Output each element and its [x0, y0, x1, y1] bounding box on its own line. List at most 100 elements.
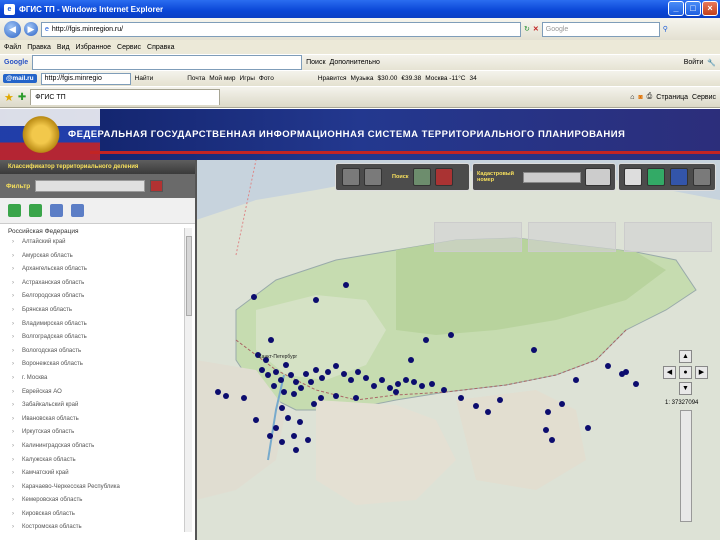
map-view[interactable]: Санкт-Петербург [196, 160, 720, 540]
cadastral-search-button[interactable] [585, 168, 611, 186]
add-favorite-icon[interactable]: ✚ [18, 92, 26, 103]
scale-readout: 1: 37327094 [665, 400, 699, 406]
menu-favorites[interactable]: Избранное [76, 44, 111, 51]
favorites-star-icon[interactable]: ★ [4, 91, 14, 104]
tree-item[interactable]: Архангельская область [8, 266, 195, 280]
tree-item[interactable]: Ивановская область [8, 416, 195, 430]
mailru-toolbar: @mail.ru http://fgis.minregio Найти Почт… [0, 70, 720, 86]
map-tool-2[interactable] [364, 168, 382, 186]
refresh-icon[interactable]: ↻ [524, 25, 530, 33]
tree-item[interactable]: Камчатский край [8, 470, 195, 484]
tree-scrollbar[interactable] [184, 228, 192, 532]
map-tool-clear[interactable] [434, 168, 453, 186]
google-search-button[interactable]: Поиск [306, 59, 325, 66]
maximize-button[interactable]: □ [685, 1, 701, 16]
music-link[interactable]: Музыка [351, 75, 374, 82]
mail-link[interactable]: Почта [187, 75, 205, 82]
map-view-tool-3[interactable] [670, 168, 688, 186]
pan-left-icon[interactable]: ◀ [663, 366, 676, 379]
tree-item[interactable]: Владимирская область [8, 321, 195, 335]
site-banner: ФЕДЕРАЛЬНАЯ ГОСУДАРСТВЕННАЯ ИНФОРМАЦИОНН… [0, 109, 720, 160]
coat-of-arms-icon [20, 113, 62, 156]
mailru-logo: @mail.ru [3, 74, 37, 83]
search-icon[interactable]: ⚲ [663, 25, 668, 33]
ie-icon: e [4, 3, 15, 15]
map-view-tool-4[interactable] [693, 168, 711, 186]
pan-center-icon[interactable]: ● [679, 366, 692, 379]
google-search-input[interactable] [32, 55, 303, 70]
search-box[interactable]: Google [541, 21, 660, 37]
service-menu[interactable]: Сервис [692, 94, 716, 101]
pan-up-icon[interactable]: ▲ [679, 350, 692, 363]
map-view-tool-1[interactable] [624, 168, 642, 186]
stop-icon[interactable]: ✕ [533, 25, 539, 33]
tree-item[interactable]: Карачаево-Черкесская Республика [8, 484, 195, 498]
tree-item[interactable]: Калининградская область [8, 443, 195, 457]
tree-item[interactable]: Вологодская область [8, 348, 195, 362]
photo-link[interactable]: Фото [259, 75, 274, 82]
mailru-search-input[interactable]: http://fgis.minregio [40, 72, 131, 85]
menu-tools[interactable]: Сервис [117, 44, 141, 51]
google-login-link[interactable]: Войти [684, 59, 704, 66]
tree-item[interactable]: Кемеровская область [8, 497, 195, 511]
filter-input[interactable] [35, 180, 146, 192]
tree-item[interactable]: Иркутская область [8, 429, 195, 443]
scroll-thumb[interactable] [186, 236, 192, 316]
menu-bar: Файл Правка Вид Избранное Сервис Справка [0, 40, 720, 54]
map-toolbar-view [618, 163, 716, 191]
tree-root[interactable]: Российская Федерация [8, 228, 195, 239]
filter-clear-button[interactable] [150, 180, 164, 192]
tree-item[interactable]: Астраханская область [8, 280, 195, 294]
google-more-link[interactable]: Дополнительно [330, 59, 380, 66]
tree-item[interactable]: Воронежская область [8, 361, 195, 375]
map-view-tool-2[interactable] [647, 168, 665, 186]
tree-item[interactable]: Костромская область [8, 524, 195, 538]
map-tool-1[interactable] [342, 168, 360, 186]
tree-item[interactable]: Волгоградская область [8, 334, 195, 348]
rss-icon[interactable]: ◙ [638, 94, 642, 101]
address-bar[interactable]: e http://fgis.minregion.ru/ [41, 21, 521, 37]
google-toolbar: Google Поиск Дополнительно Войти 🔧 [0, 54, 720, 70]
tree-item[interactable]: Амурская область [8, 253, 195, 267]
tree-item[interactable]: Калужская область [8, 457, 195, 471]
menu-file[interactable]: Файл [4, 44, 21, 51]
tree-item[interactable]: г. Москва [8, 375, 195, 389]
forward-icon[interactable]: ▶ [24, 22, 38, 36]
export-icon[interactable] [71, 204, 84, 217]
menu-edit[interactable]: Правка [27, 44, 51, 51]
cadastral-label: Кадастровый номер [477, 171, 514, 183]
refresh-tree-icon[interactable] [29, 204, 42, 217]
games-link[interactable]: Игры [240, 75, 255, 82]
page-menu[interactable]: Страница [656, 94, 688, 101]
layer-thumb-3[interactable] [624, 222, 712, 252]
expand-icon[interactable] [8, 204, 21, 217]
map-tool-grid[interactable] [412, 168, 431, 186]
like-link[interactable]: Нравится [318, 75, 347, 82]
tree-item[interactable]: Еврейская АО [8, 389, 195, 403]
mailru-find-button[interactable]: Найти [135, 75, 154, 82]
pan-down-icon[interactable]: ▼ [679, 382, 692, 395]
layer-thumb-1[interactable] [434, 222, 522, 252]
menu-view[interactable]: Вид [57, 44, 70, 51]
city-label-spb: Санкт-Петербург [258, 354, 297, 360]
wrench-icon[interactable]: 🔧 [707, 59, 716, 67]
tab-fgis[interactable]: ФГИС ТП [30, 89, 221, 105]
myworld-link[interactable]: Мой мир [209, 75, 235, 82]
tree-item[interactable]: Забайкальский край [8, 402, 195, 416]
tree-item[interactable]: Белгородская область [8, 293, 195, 307]
menu-help[interactable]: Справка [147, 44, 174, 51]
layer-thumb-2[interactable] [528, 222, 616, 252]
minimize-button[interactable]: _ [668, 1, 684, 16]
pan-right-icon[interactable]: ▶ [695, 366, 708, 379]
tree-item[interactable]: Кировская область [8, 511, 195, 525]
tree-item[interactable]: Алтайский край [8, 239, 195, 253]
back-icon[interactable]: ◀ [4, 20, 21, 38]
home-icon[interactable]: ⌂ [630, 94, 634, 101]
cadastral-input[interactable] [523, 171, 581, 183]
map-svg: Санкт-Петербург [196, 160, 720, 540]
tree-item[interactable]: Брянская область [8, 307, 195, 321]
print-icon[interactable]: ⎙ [647, 93, 653, 101]
list-icon[interactable] [50, 204, 63, 217]
close-button[interactable]: × [702, 1, 718, 16]
zoom-slider[interactable] [680, 410, 692, 522]
